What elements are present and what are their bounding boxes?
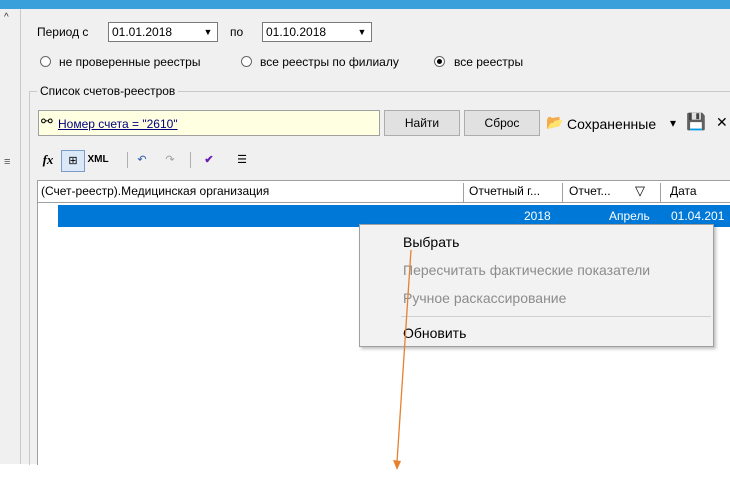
- cell-year: 2018: [524, 209, 551, 223]
- grip-icon[interactable]: ≡: [4, 156, 10, 168]
- period-to-label: по: [230, 25, 244, 39]
- saved-dropdown-arrow[interactable]: ▾: [670, 116, 676, 130]
- chevron-down-icon[interactable]: ▼: [199, 24, 216, 40]
- saved-folder-icon[interactable]: 📂: [546, 114, 563, 131]
- binoculars-icon: ⚯: [41, 113, 53, 129]
- tree-view-icon[interactable]: ⊞: [61, 150, 85, 172]
- radio-unchecked-registries[interactable]: [40, 56, 51, 67]
- menu-separator: [401, 316, 711, 317]
- formula-icon[interactable]: fx: [38, 150, 58, 170]
- list-icon[interactable]: ☰: [232, 150, 252, 170]
- cell-date: 01.04.201: [671, 209, 725, 223]
- column-header-month[interactable]: Отчет...: [569, 184, 624, 203]
- undo-icon[interactable]: ↶: [132, 150, 152, 170]
- reset-button[interactable]: Сброс: [464, 110, 540, 136]
- radio-branch-registries[interactable]: [241, 56, 252, 67]
- window-top-border: [0, 0, 730, 9]
- sort-filter-icon[interactable]: ▽: [635, 183, 645, 199]
- period-from-value: 01.01.2018: [112, 25, 173, 39]
- column-header-year[interactable]: Отчетный г...: [469, 184, 559, 203]
- cell-month: Апрель: [609, 209, 650, 223]
- left-collapse-rail[interactable]: [0, 9, 21, 464]
- bottom-margin: [0, 464, 730, 484]
- save-icon[interactable]: 💾: [686, 112, 706, 132]
- column-header-org[interactable]: (Счет-реестр).Медицинская организация: [41, 184, 461, 203]
- radio-all-registries[interactable]: [434, 56, 445, 67]
- filter-link[interactable]: Номер счета = "2610": [58, 117, 178, 131]
- xml-icon[interactable]: XML: [86, 150, 110, 170]
- period-to-value: 01.10.2018: [266, 25, 327, 39]
- column-header-date[interactable]: Дата: [670, 184, 730, 203]
- radio-branch-registries-label[interactable]: все реестры по филиалу: [260, 55, 399, 69]
- close-icon[interactable]: ✕: [716, 114, 728, 131]
- annotation-arrow-line: [396, 249, 412, 463]
- saved-filters-button[interactable]: Сохраненные: [567, 116, 656, 132]
- menu-item-recalculate: Пересчитать фактические показатели: [403, 262, 651, 278]
- group-title: Список счетов-реестров: [37, 84, 179, 98]
- period-from-label: Период с: [37, 25, 89, 39]
- header-divider: [37, 202, 730, 203]
- spellcheck-icon[interactable]: ✔: [198, 150, 220, 170]
- period-from-select[interactable]: 01.01.2018 ▼: [108, 22, 218, 42]
- redo-icon[interactable]: ↷: [160, 150, 180, 170]
- radio-unchecked-registries-label[interactable]: не проверенные реестры: [59, 55, 200, 69]
- period-to-select[interactable]: 01.10.2018 ▼: [262, 22, 372, 42]
- collapse-up-icon[interactable]: ^: [4, 12, 9, 23]
- annotation-arrow: [393, 249, 412, 470]
- chevron-down-icon[interactable]: ▼: [353, 24, 370, 40]
- find-button[interactable]: Найти: [384, 110, 460, 136]
- radio-all-registries-label[interactable]: все реестры: [454, 55, 523, 69]
- annotation-arrowhead: [393, 460, 401, 470]
